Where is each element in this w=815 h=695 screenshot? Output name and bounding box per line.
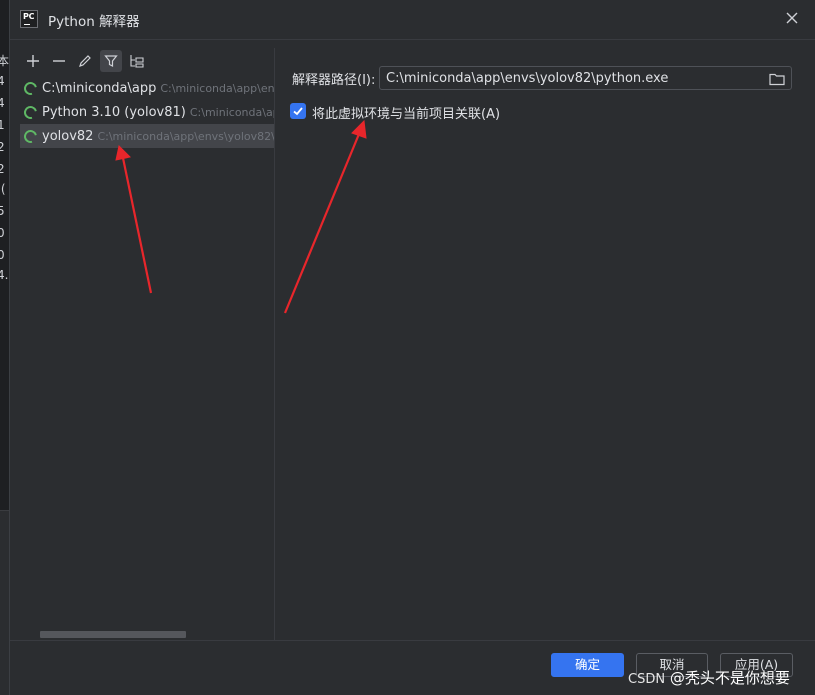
background-panel (0, 510, 9, 695)
python-interpreter-dialog: PC Python 解释器 C:\miniconda\app C:\minico… (9, 0, 815, 695)
bg-glyph: 4 (0, 96, 5, 110)
env-name: Python 3.10 (yolov81) (42, 104, 186, 120)
bg-glyph: 0 (0, 226, 5, 240)
watermark-author: @秃头不是你想要 (669, 669, 790, 687)
folder-icon[interactable] (769, 71, 785, 86)
env-name: yolov82 (42, 128, 94, 144)
bg-glyph: 1 (0, 118, 5, 132)
env-spinner-icon (21, 79, 40, 97)
list-item-env-yolov82[interactable]: yolov82 C:\miniconda\app\envs\yolov82\p (20, 124, 274, 148)
dialog-titlebar[interactable]: PC Python 解释器 (10, 0, 815, 40)
bg-glyph: 0 (0, 248, 5, 262)
logo-text: PC (23, 12, 35, 21)
associate-project-label[interactable]: 将此虚拟环境与当前项目关联(A) (312, 103, 500, 122)
interpreter-path-input[interactable] (379, 66, 792, 90)
ok-button[interactable]: 确定 (551, 653, 624, 677)
watermark: CSDN @秃头不是你想要 (628, 667, 790, 688)
close-icon[interactable] (784, 11, 800, 27)
minus-icon[interactable] (48, 50, 70, 72)
env-name: C:\miniconda\app (42, 80, 157, 96)
bg-glyph: 本 (0, 54, 9, 68)
env-path: C:\miniconda\app\envs\yolov82\p (97, 129, 274, 143)
filter-icon[interactable] (100, 50, 122, 72)
tree-icon[interactable] (126, 50, 148, 72)
plus-icon[interactable] (22, 50, 44, 72)
horizontal-scrollbar[interactable] (40, 631, 186, 638)
bg-glyph: 4 (0, 74, 5, 88)
env-spinner-icon (21, 103, 40, 121)
bg-glyph: .( (0, 182, 6, 196)
interpreter-list-panel: C:\miniconda\app C:\miniconda\app\envs P… (20, 46, 274, 640)
background-editor-strip: 本 4 4 1 2 2 .( 5 0 0 4. (0, 40, 9, 510)
env-path: C:\miniconda\app\envs (160, 81, 274, 95)
watermark-site: CSDN (628, 672, 666, 687)
edit-pencil-icon[interactable] (74, 50, 96, 72)
bg-glyph: 2 (0, 162, 5, 176)
associate-project-checkbox[interactable] (290, 103, 306, 119)
interpreter-list: C:\miniconda\app C:\miniconda\app\envs P… (20, 76, 274, 148)
interpreter-path-label: 解释器路径(I): (292, 73, 376, 88)
pycharm-logo-icon: PC (20, 10, 38, 28)
panel-divider[interactable] (274, 48, 275, 640)
env-spinner-icon (21, 127, 40, 145)
bg-glyph: 4. (0, 268, 9, 282)
dialog-title: Python 解释器 (48, 14, 140, 30)
bg-glyph: 2 (0, 140, 5, 154)
bg-glyph: 5 (0, 204, 5, 218)
list-toolbar (20, 50, 274, 72)
list-item-env-yolov81[interactable]: Python 3.10 (yolov81) C:\miniconda\app (20, 100, 274, 124)
list-item-env-app[interactable]: C:\miniconda\app C:\miniconda\app\envs (20, 76, 274, 100)
env-path: C:\miniconda\app (189, 105, 274, 119)
